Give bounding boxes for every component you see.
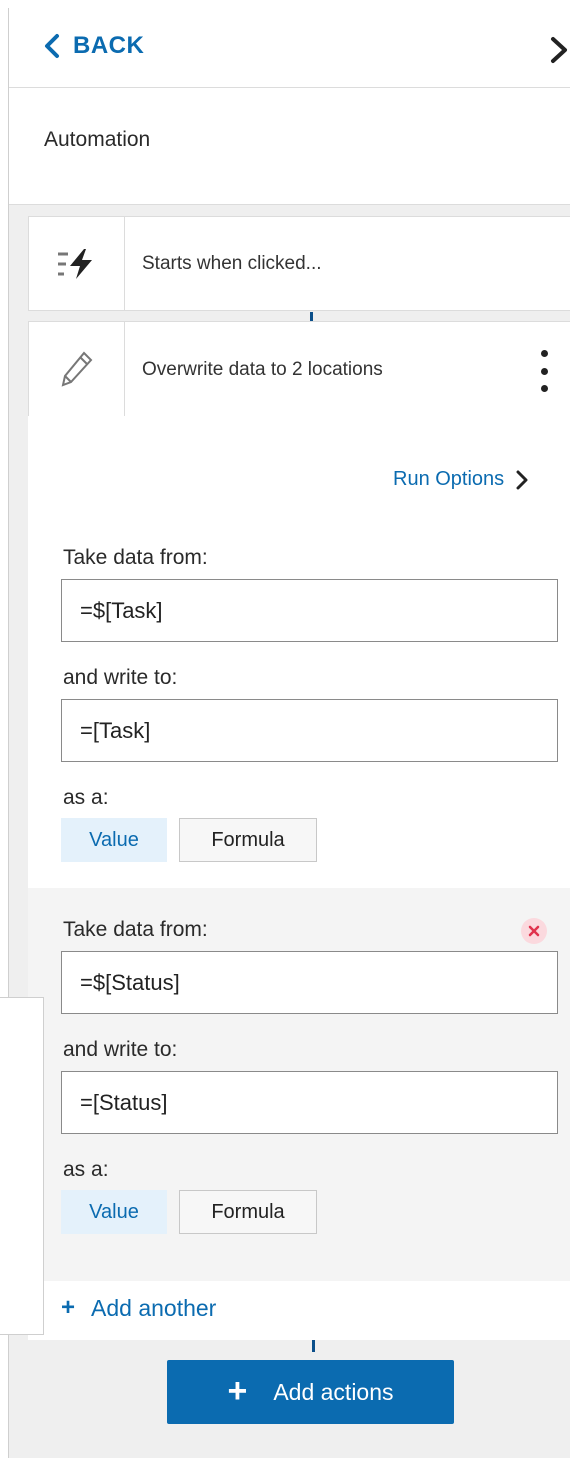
action-icon-cell <box>29 322 125 416</box>
action-config: Run Options Take data from: =$[Task] and… <box>28 416 570 1340</box>
write-to-input[interactable]: =[Status] <box>61 1071 558 1134</box>
formula-option[interactable]: Formula <box>179 1190 317 1234</box>
panel-header: BACK <box>9 8 570 88</box>
action-label: Overwrite data to 2 locations <box>142 359 383 380</box>
step-connector <box>312 1340 315 1352</box>
pencil-icon <box>61 351 92 387</box>
action-step[interactable]: Overwrite data to 2 locations <box>28 321 570 417</box>
remove-mapping-icon[interactable] <box>521 918 547 944</box>
write-to-label: and write to: <box>63 1038 178 1061</box>
title-area: Automation <box>9 88 570 205</box>
back-label: BACK <box>73 32 145 59</box>
take-data-input[interactable]: =$[Task] <box>61 579 558 642</box>
value-option[interactable]: Value <box>61 1190 167 1234</box>
mapping-block-1: Take data from: =$[Task] and write to: =… <box>28 526 570 886</box>
chevron-right-icon[interactable] <box>549 36 570 64</box>
more-options-icon[interactable] <box>537 350 551 392</box>
take-data-label: Take data from: <box>63 546 208 569</box>
run-options-link[interactable]: Run Options <box>393 468 528 491</box>
write-to-input[interactable]: =[Task] <box>61 699 558 762</box>
run-options-label: Run Options <box>393 468 505 490</box>
plus-icon: + <box>227 1371 248 1410</box>
plus-icon: + <box>61 1294 76 1321</box>
add-another-button[interactable]: + Add another <box>61 1294 216 1322</box>
chevron-left-icon <box>45 34 59 58</box>
trigger-label: Starts when clicked... <box>142 253 322 274</box>
add-another-label: Add another <box>91 1294 217 1321</box>
as-a-label: as a: <box>63 1158 109 1181</box>
value-option[interactable]: Value <box>61 818 167 862</box>
close-icon <box>528 925 540 937</box>
mapping-block-2: Take data from: =$[Status] and write to:… <box>28 888 570 1281</box>
take-data-input[interactable]: =$[Status] <box>61 951 558 1014</box>
automation-title[interactable]: Automation <box>44 128 150 152</box>
as-a-label: as a: <box>63 786 109 809</box>
take-data-label: Take data from: <box>63 918 208 941</box>
back-button[interactable]: BACK <box>43 30 144 62</box>
side-panel-edge <box>0 997 44 1335</box>
lightning-icon <box>57 248 92 279</box>
trigger-icon-cell <box>29 217 125 310</box>
automation-panel: BACK Automation Starts when clicked... O… <box>8 8 570 1458</box>
formula-option[interactable]: Formula <box>179 818 317 862</box>
chevron-right-icon <box>516 470 528 489</box>
trigger-step[interactable]: Starts when clicked... <box>28 216 570 311</box>
add-actions-label: Add actions <box>273 1378 394 1405</box>
write-to-label: and write to: <box>63 666 178 689</box>
add-actions-button[interactable]: + Add actions <box>167 1360 454 1424</box>
